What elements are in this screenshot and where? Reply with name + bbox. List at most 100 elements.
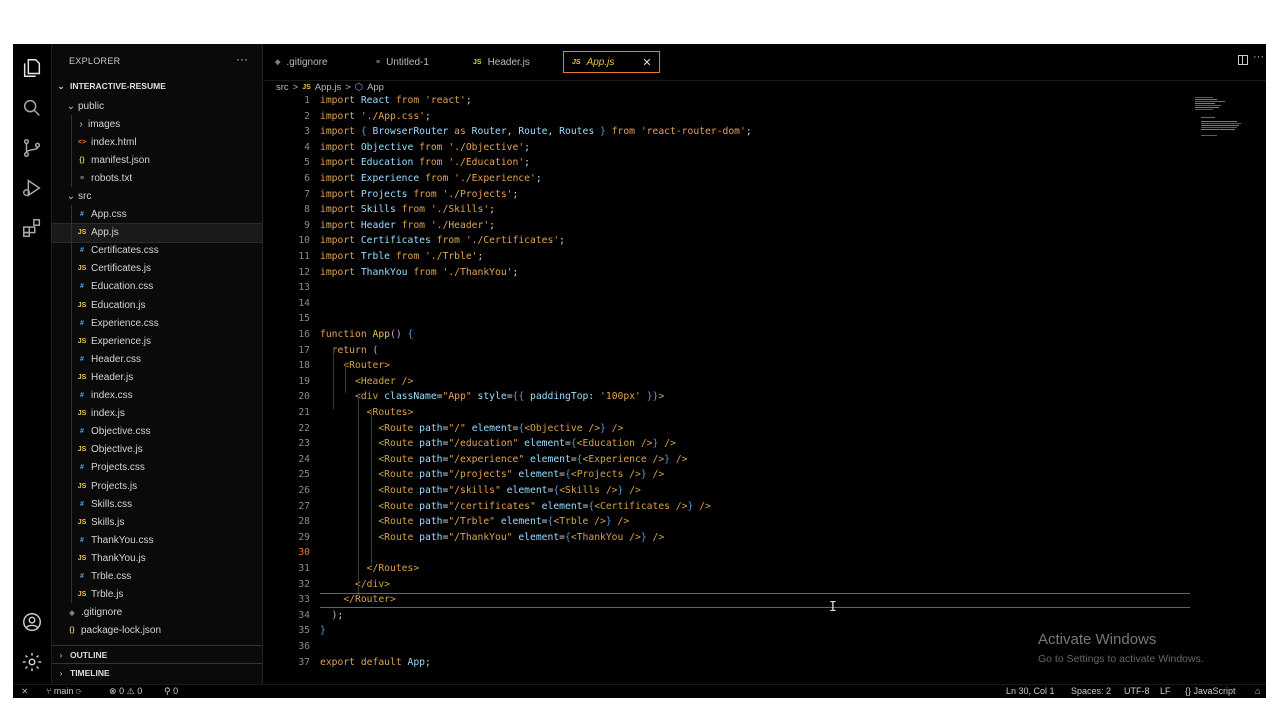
explorer-more-actions[interactable]: ··· [236, 52, 248, 66]
line-number: 30 [298, 547, 310, 559]
breadcrumb-file[interactable]: App.js [315, 82, 341, 93]
tree-item[interactable]: {} manifest.json [52, 151, 262, 169]
line-text: } [320, 625, 326, 636]
ports-status[interactable]: ⚲ 0 [164, 686, 178, 697]
tree-item[interactable]: ◈ .gitignore [52, 604, 262, 622]
language-mode[interactable]: {} JavaScript [1185, 686, 1236, 696]
line-text: import Trble from './Trble'; [320, 251, 483, 262]
tree-item[interactable]: JS Skills.js [52, 513, 262, 531]
tree-item[interactable]: # Education.css [52, 278, 262, 296]
tree-item[interactable]: ⌄ public [52, 97, 262, 115]
tab-gitignore[interactable]: ◈ .gitignore [275, 51, 328, 73]
line-text: import './App.css'; [320, 111, 431, 122]
line-number: 18 [298, 360, 310, 372]
tab-header-js[interactable]: JS Header.js [473, 51, 530, 73]
tree-item-label: ThankYou.css [91, 534, 154, 546]
tree-item-label: public [78, 100, 105, 112]
tree-item[interactable]: JS Header.js [52, 368, 262, 386]
indentation[interactable]: Spaces: 2 [1071, 686, 1111, 696]
problems-status[interactable]: ⊗ 0 ⚠ 0 [109, 686, 142, 697]
close-icon[interactable]: ✕ [642, 56, 651, 69]
extensions-icon[interactable] [13, 210, 51, 246]
code-token: </div> [355, 578, 390, 590]
tree-item[interactable]: JS ThankYou.js [52, 549, 262, 567]
tree-item[interactable]: # Skills.css [52, 495, 262, 513]
tree-item[interactable]: JS Trble.js [52, 586, 262, 604]
branch-status[interactable]: ⑂ main ⟳ [46, 686, 81, 696]
breadcrumb-symbol[interactable]: App [367, 82, 384, 93]
explorer-icon[interactable] [13, 50, 51, 86]
tree-item[interactable]: # ThankYou.css [52, 531, 262, 549]
tree-item[interactable]: # index.css [52, 387, 262, 405]
code-token: './Objective' [448, 141, 525, 153]
code-token: /> [664, 438, 676, 450]
code-token: /> [629, 485, 641, 496]
breadcrumb: src > JS App.js > ⬡ App [276, 81, 388, 94]
code-token: <div [355, 391, 385, 403]
code-line: 23 <Route path="/education" element={<Ed… [263, 438, 1263, 454]
line-text: import { BrowserRouter as Router, Route,… [320, 126, 752, 137]
text-cursor-ibeam: I [829, 600, 837, 615]
breadcrumb-folder[interactable]: src [276, 82, 289, 93]
tree-item[interactable]: JS index.js [52, 405, 262, 423]
tree-item[interactable]: › images [52, 115, 262, 133]
code-token: Experience [360, 173, 425, 184]
tree-item[interactable]: JS Education.js [52, 296, 262, 314]
code-token: ; [512, 188, 519, 200]
tab-app-js[interactable]: JS App.js ✕ [563, 51, 660, 73]
css-file-icon: # [80, 500, 84, 508]
code-line: 21 <Routes> [263, 407, 1263, 423]
split-editor-icon[interactable] [1238, 55, 1248, 65]
activate-windows-title: Activate Windows [1038, 631, 1157, 648]
search-icon[interactable] [13, 90, 51, 126]
tree-item[interactable]: # Experience.css [52, 314, 262, 332]
code-line: 11 import Trble from './Trble'; [263, 251, 1263, 267]
minimap-line [1195, 103, 1215, 104]
tree-item-label: Projects.js [91, 480, 138, 492]
tree-item[interactable]: # Certificates.css [52, 242, 262, 260]
remote-icon[interactable]: ⨯ [21, 686, 29, 697]
code-line: 6 import Experience from './Experience'; [263, 173, 1263, 189]
indent-guide [333, 346, 334, 409]
js-file-icon: JS [572, 58, 581, 66]
tree-item[interactable]: # Trble.css [52, 567, 262, 585]
project-folder[interactable]: ⌄ INTERACTIVE-RESUME [52, 77, 262, 95]
end-of-line[interactable]: LF [1160, 686, 1171, 696]
line-number: 26 [298, 485, 310, 496]
settings-gear-icon[interactable] [13, 644, 51, 680]
notifications-icon[interactable]: ⌂ [1255, 686, 1260, 696]
tree-item[interactable]: JS Projects.js [52, 477, 262, 495]
encoding[interactable]: UTF-8 [1124, 686, 1150, 696]
tree-item[interactable]: JS Certificates.js [52, 260, 262, 278]
tree-item[interactable]: <> index.html [52, 133, 262, 151]
minimap[interactable] [1193, 95, 1248, 195]
tree-item[interactable]: JS Experience.js [52, 332, 262, 350]
tree-item-label: Certificates.css [91, 245, 159, 257]
line-number: 7 [304, 188, 310, 200]
tree-item[interactable]: JS App.js [51, 222, 263, 243]
code-token: paddingTop [530, 391, 589, 403]
tree-item[interactable]: JS Objective.js [52, 441, 262, 459]
timeline-panel-header[interactable]: › TIMELINE [52, 663, 262, 681]
code-token: BrowserRouter [372, 126, 455, 138]
tree-item[interactable]: # Objective.css [52, 423, 262, 441]
line-number: 34 [298, 609, 310, 621]
code-token: path [419, 531, 443, 543]
tree-item[interactable]: {} package-lock.json [52, 622, 262, 640]
code-token: Certificates [360, 235, 437, 247]
outline-panel-header[interactable]: › OUTLINE [52, 645, 262, 663]
editor-more-actions[interactable]: ··· [1253, 51, 1264, 63]
tree-item[interactable]: ⌄ src [52, 187, 262, 205]
line-number: 6 [304, 173, 310, 184]
tree-item[interactable]: # Projects.css [52, 459, 262, 477]
cursor-position[interactable]: Ln 30, Col 1 [1006, 686, 1055, 696]
tab-untitled-1[interactable]: ≡ Untitled-1 [376, 51, 429, 73]
tree-item[interactable]: ≡ robots.txt [52, 169, 262, 187]
tree-item[interactable]: # Header.css [52, 350, 262, 368]
run-debug-icon[interactable] [13, 170, 51, 206]
code-token: element [541, 500, 583, 512]
account-icon[interactable] [13, 604, 51, 640]
source-control-icon[interactable] [13, 130, 51, 166]
tree-item[interactable]: # App.css [52, 206, 262, 224]
